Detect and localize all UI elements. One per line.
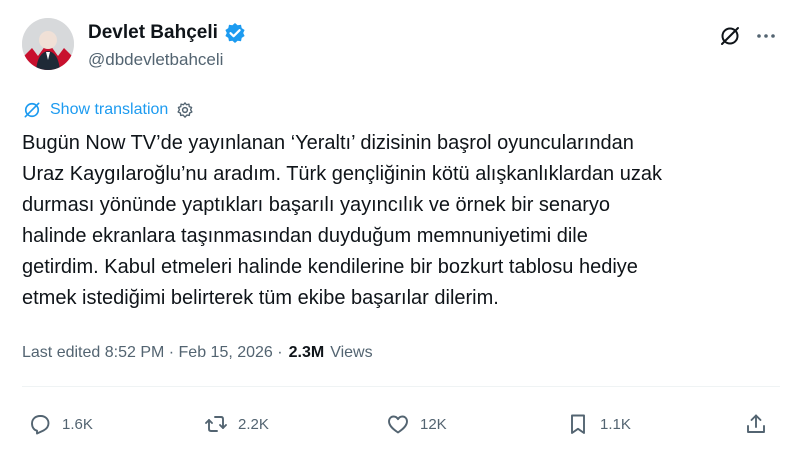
action-bar: 1.6K 2.2K 12K 1.1K [22,410,782,438]
reply-count: 1.6K [62,415,93,433]
settings-icon[interactable] [176,101,194,119]
tweet-text: Bugün Now TV’de yayınlanan ‘Yeraltı’ diz… [22,128,782,314]
tweet-line: Bugün Now TV’de yayınlanan ‘Yeraltı’ diz… [22,132,634,154]
author-name[interactable]: Devlet Bahçeli [88,22,218,44]
views-count: 2.3M [288,344,325,361]
show-translation-row[interactable]: Show translation [22,100,194,120]
tweet-line: halinde ekranlara taşınmasından duyduğum… [22,225,588,247]
like-count: 12K [420,415,447,433]
grok-icon[interactable] [718,24,742,48]
like-button[interactable]: 12K [386,410,447,438]
author-handle[interactable]: @dbdevletbahceli [88,50,223,70]
like-icon [388,415,408,434]
repost-icon [205,416,227,432]
avatar[interactable] [22,18,74,70]
repost-button[interactable]: 2.2K [204,410,269,438]
edited-timestamp[interactable]: Last edited 8:52 PM · Feb 15, 2026 · [22,344,283,362]
tweet-card: Devlet Bahçeli @dbdevletbahceli Show tra… [0,0,802,456]
verified-badge-icon [225,23,245,43]
author-name-row[interactable]: Devlet Bahçeli [88,22,246,44]
more-icon[interactable] [754,24,778,48]
tweet-line: durması yönünde yaptıkları başarılı yayı… [22,194,611,216]
bookmark-icon [571,414,585,434]
share-button[interactable] [744,410,768,438]
tweet-meta: Last edited 8:52 PM · Feb 15, 2026 · 2.3… [22,344,373,362]
reply-button[interactable]: 1.6K [28,410,93,438]
translate-icon [24,102,40,118]
share-icon [747,414,765,433]
show-translation-link[interactable]: Show translation [50,101,168,119]
tweet-line: Uraz Kaygılaroğlu’nu aradım. Türk gençli… [22,163,662,185]
tweet-line: etmek istediğimi belirterek tüm ekibe ba… [22,287,499,309]
repost-count: 2.2K [238,415,269,433]
divider [22,386,780,387]
tweet-line: getirdim. Kabul etmeleri halinde kendile… [22,256,638,278]
avatar-image [22,18,74,70]
bookmark-count: 1.1K [600,415,631,433]
views-label: Views [330,344,373,361]
reply-icon [31,415,50,435]
bookmark-button[interactable]: 1.1K [566,410,631,438]
